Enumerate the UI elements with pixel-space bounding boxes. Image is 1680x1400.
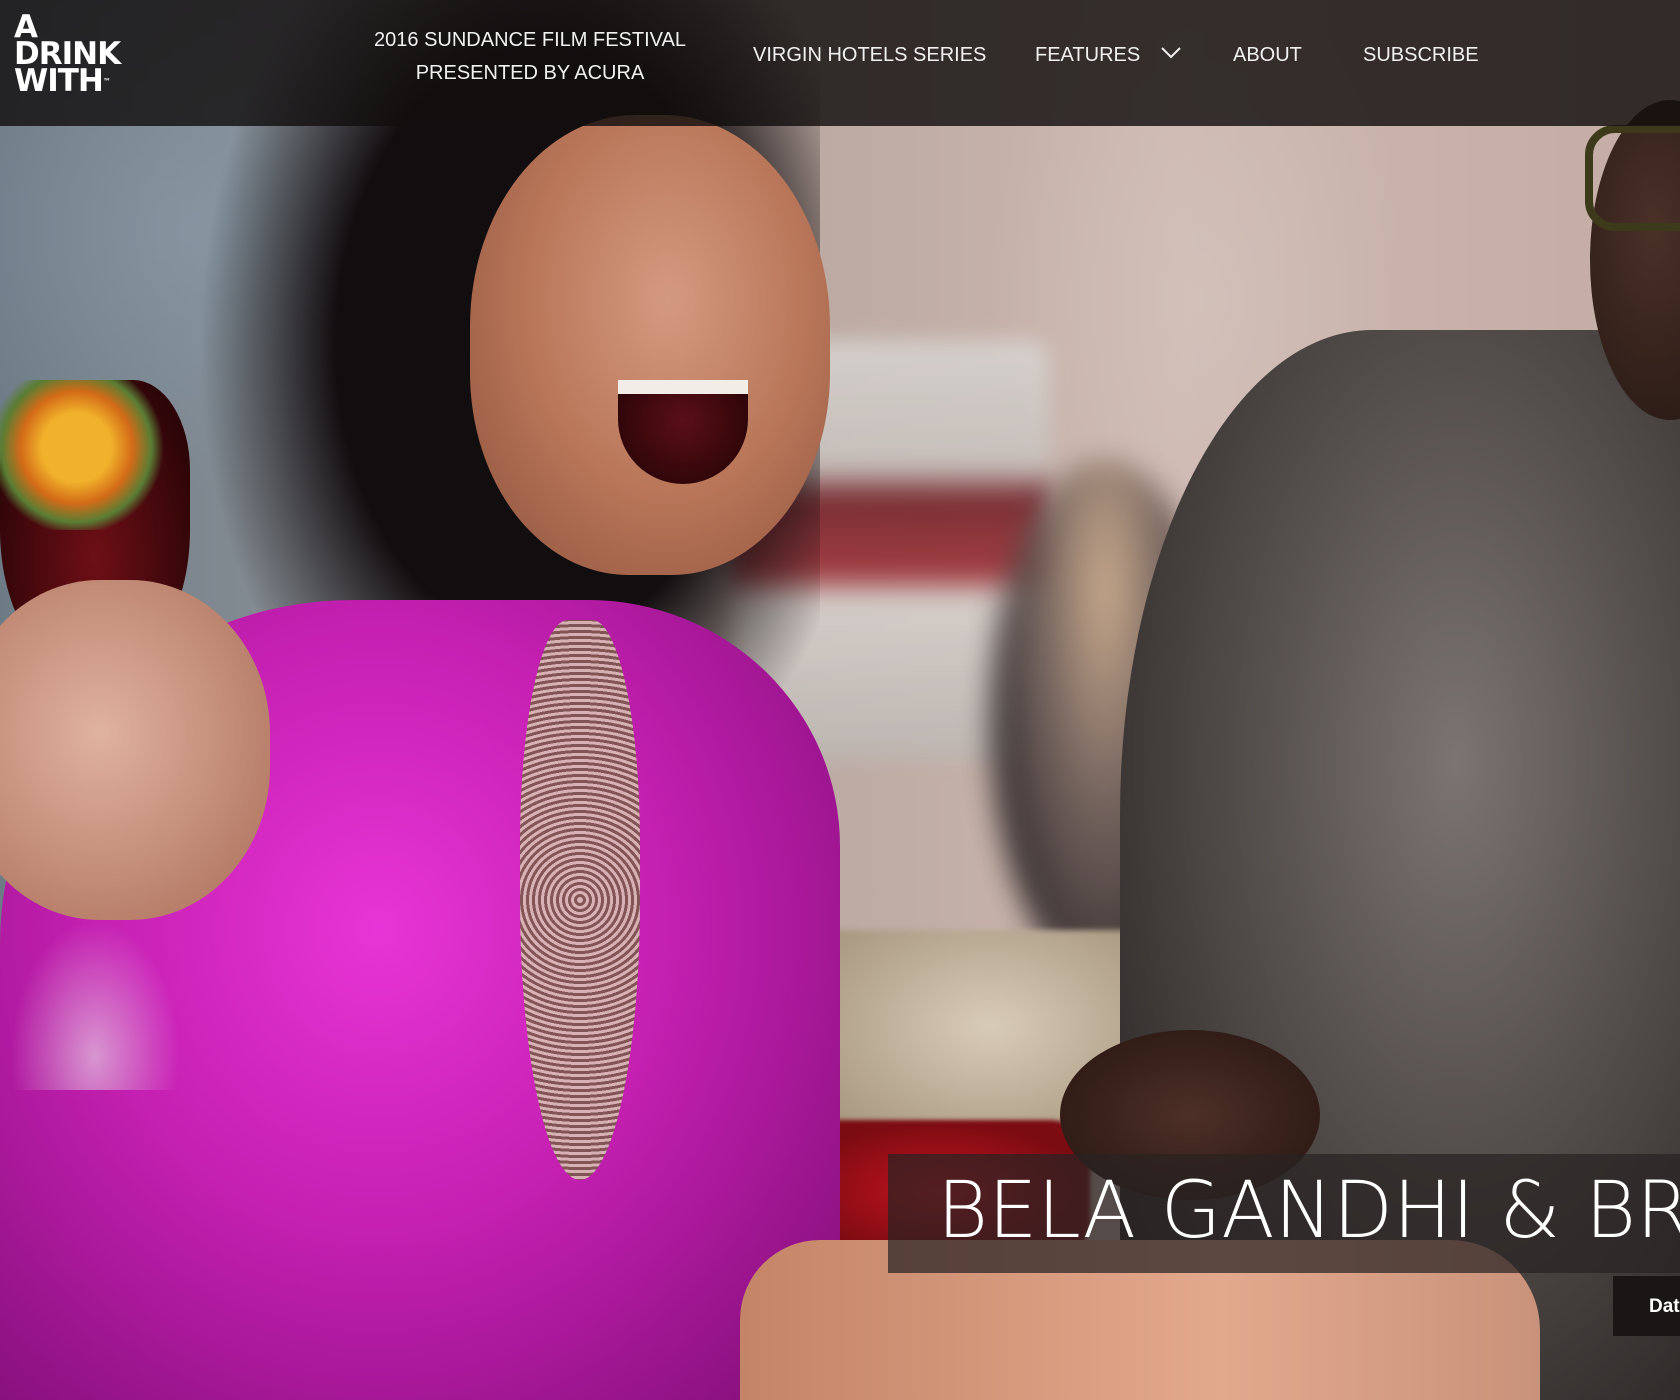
man-glasses: [1585, 125, 1680, 231]
left-hand: [0, 580, 270, 920]
nav-about[interactable]: ABOUT: [1233, 44, 1302, 67]
nav-features[interactable]: FEATURES: [1035, 44, 1140, 67]
date-tab-label: Dat: [1649, 1296, 1680, 1317]
article-title: BELA GANDHI & BR: [937, 1166, 1680, 1256]
glass-stem: [10, 920, 180, 1090]
nav-subscribe[interactable]: SUBSCRIBE: [1363, 44, 1479, 67]
nav-sundance-festival[interactable]: 2016 SUNDANCE FILM FESTIVAL PRESENTED BY…: [340, 24, 720, 90]
date-tab[interactable]: Dat: [1613, 1276, 1680, 1336]
woman-face: [470, 115, 830, 575]
main-nav: 2016 SUNDANCE FILM FESTIVAL PRESENTED BY…: [0, 0, 1680, 126]
chevron-down-icon[interactable]: [1160, 41, 1182, 63]
woman-necklace: [520, 620, 640, 1180]
site-header: A DRINK WITH™ 2016 SUNDANCE FILM FESTIVA…: [0, 0, 1680, 126]
cocktail-garnish: [0, 380, 170, 530]
nav-virgin-hotels-series[interactable]: VIRGIN HOTELS SERIES: [753, 44, 986, 67]
article-title-box: BELA GANDHI & BR: [888, 1154, 1680, 1273]
nav-festival-line-1: 2016 SUNDANCE FILM FESTIVAL: [374, 29, 686, 51]
nav-festival-line-2: PRESENTED BY ACURA: [415, 62, 645, 84]
